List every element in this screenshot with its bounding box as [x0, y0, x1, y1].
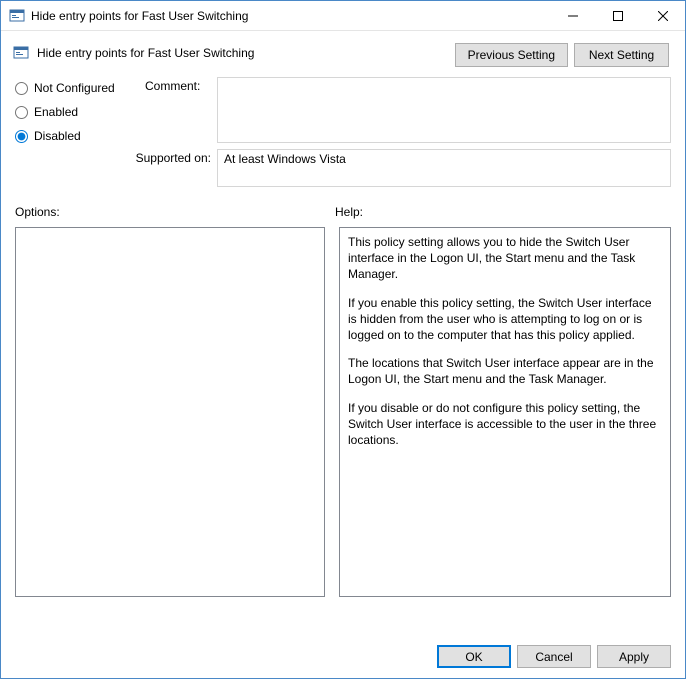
config-area: Not Configured Enabled Disabled Comment: [1, 67, 685, 193]
nav-buttons: Previous Setting Next Setting [455, 43, 669, 67]
help-paragraph: The locations that Switch User interface… [348, 355, 662, 387]
cancel-button[interactable]: Cancel [517, 645, 591, 668]
supported-on-label: Supported on: [131, 149, 217, 187]
comment-label: Comment: [145, 77, 217, 143]
radio-not-configured[interactable]: Not Configured [15, 81, 135, 95]
state-radio-group: Not Configured Enabled Disabled [15, 77, 135, 193]
titlebar: Hide entry points for Fast User Switchin… [1, 1, 685, 31]
comment-input[interactable] [217, 77, 671, 143]
radio-disabled-label: Disabled [34, 129, 81, 143]
header-row: Hide entry points for Fast User Switchin… [1, 31, 685, 67]
options-label: Options: [15, 205, 335, 219]
supported-on-value: At least Windows Vista [217, 149, 671, 187]
window-controls [550, 1, 685, 30]
help-panel: This policy setting allows you to hide t… [339, 227, 671, 597]
policy-title: Hide entry points for Fast User Switchin… [37, 46, 455, 60]
maximize-button[interactable] [595, 1, 640, 30]
help-paragraph: If you disable or do not configure this … [348, 400, 662, 449]
radio-not-configured-input[interactable] [15, 82, 28, 95]
help-paragraph: If you enable this policy setting, the S… [348, 295, 662, 344]
radio-disabled-input[interactable] [15, 130, 28, 143]
policy-icon [13, 45, 29, 61]
window-title: Hide entry points for Fast User Switchin… [31, 9, 550, 23]
window-icon [9, 8, 25, 24]
apply-button[interactable]: Apply [597, 645, 671, 668]
close-button[interactable] [640, 1, 685, 30]
panel-labels: Options: Help: [1, 193, 685, 219]
radio-enabled-label: Enabled [34, 105, 78, 119]
help-label: Help: [335, 205, 671, 219]
policy-editor-window: Hide entry points for Fast User Switchin… [0, 0, 686, 679]
previous-setting-button[interactable]: Previous Setting [455, 43, 568, 67]
footer: OK Cancel Apply [1, 635, 685, 678]
radio-enabled-input[interactable] [15, 106, 28, 119]
radio-enabled[interactable]: Enabled [15, 105, 135, 119]
ok-button[interactable]: OK [437, 645, 511, 668]
minimize-button[interactable] [550, 1, 595, 30]
options-panel [15, 227, 325, 597]
radio-disabled[interactable]: Disabled [15, 129, 135, 143]
panels: This policy setting allows you to hide t… [1, 219, 685, 635]
next-setting-button[interactable]: Next Setting [574, 43, 669, 67]
help-paragraph: This policy setting allows you to hide t… [348, 234, 662, 283]
radio-not-configured-label: Not Configured [34, 81, 115, 95]
